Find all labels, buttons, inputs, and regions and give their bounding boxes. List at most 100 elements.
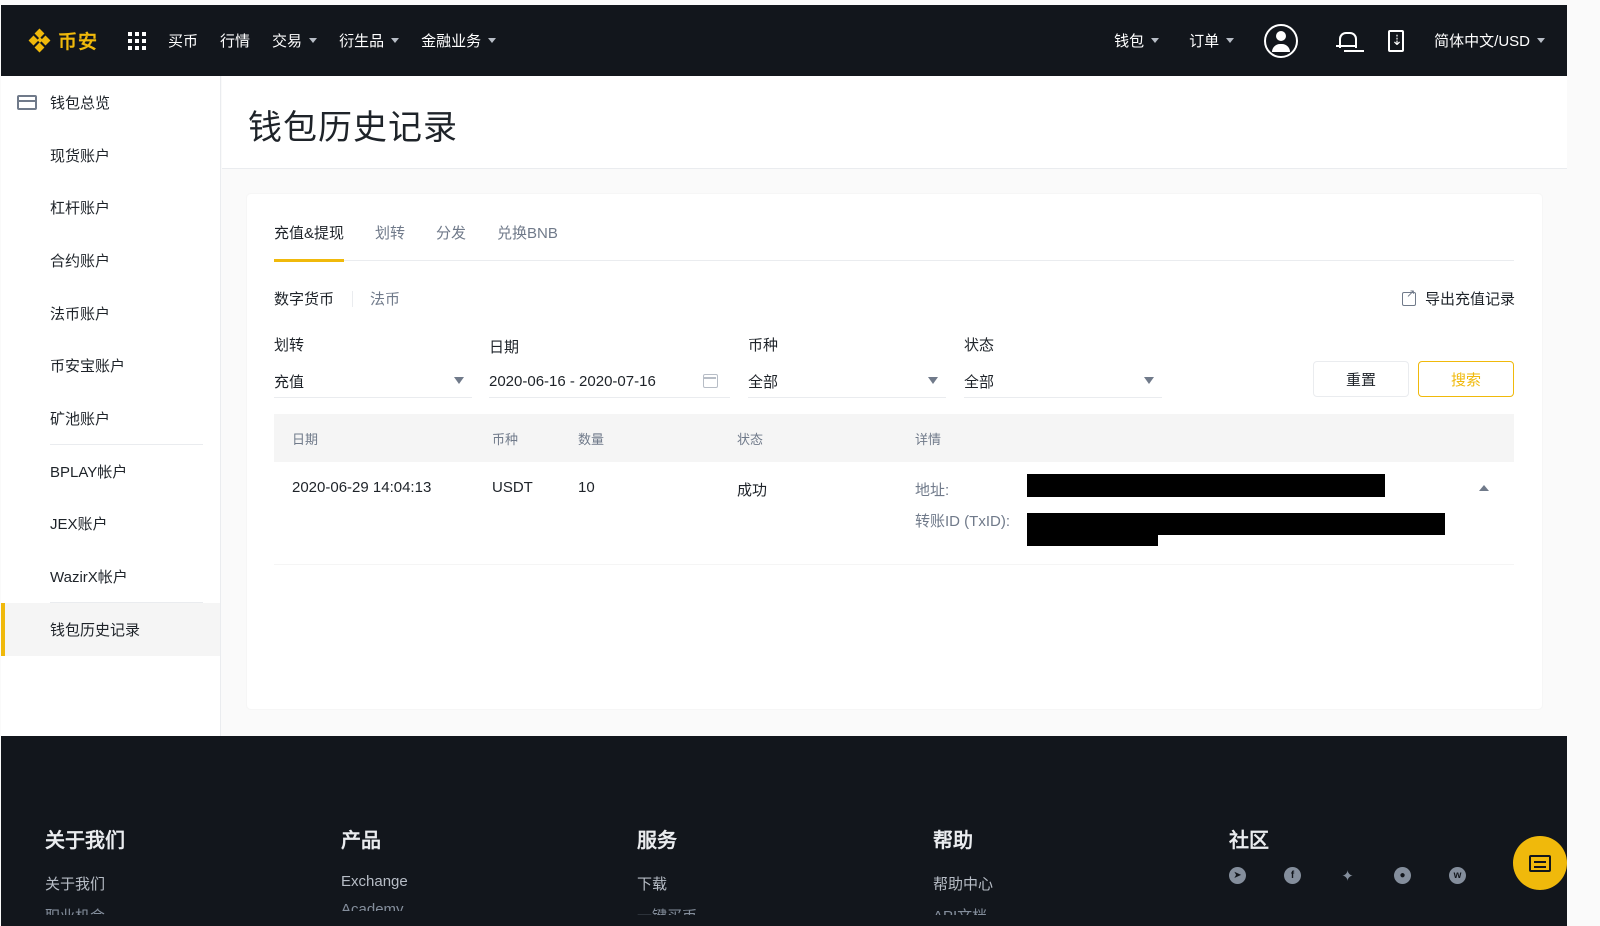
column-header-status: 状态: [737, 431, 764, 447]
caret-down-icon: [454, 377, 464, 384]
tab-convert-bnb[interactable]: 兑换BNB: [497, 194, 558, 261]
table-header: 日期 币种 数量 状态 详情: [274, 414, 1514, 462]
footer-link[interactable]: Exchange: [341, 873, 408, 890]
txid-label: 转账ID (TxID):: [915, 513, 1010, 530]
cell-amount: 10: [578, 479, 595, 496]
column-header-amount: 数量: [578, 431, 605, 447]
redacted-address: [1027, 474, 1385, 497]
sidebar-item-futures[interactable]: 合约账户: [1, 234, 220, 287]
sidebar-item-label: 现货账户: [50, 147, 111, 165]
reset-button[interactable]: 重置: [1313, 361, 1409, 397]
chevron-down-icon: [1537, 38, 1545, 43]
chat-icon: [1529, 854, 1551, 872]
footer-column-services: 服务 下载 一键买币: [637, 824, 697, 915]
nav-label: 行情: [220, 33, 251, 50]
filter-date: 日期 2020-06-16 - 2020-07-16: [489, 336, 730, 398]
reddit-icon[interactable]: ●: [1394, 867, 1411, 884]
subtab-crypto[interactable]: 数字货币: [274, 288, 334, 309]
sidebar-item-wazirx[interactable]: WazirX帐户: [1, 550, 220, 603]
sidebar-item-wallet-overview[interactable]: 钱包总览: [1, 76, 220, 129]
export-icon: [1401, 287, 1416, 306]
type-select[interactable]: 充值: [274, 365, 472, 398]
sidebar-item-margin[interactable]: 杠杆账户: [1, 181, 220, 234]
notification-bell-icon[interactable]: [1336, 30, 1358, 52]
footer-link[interactable]: 职业机会: [45, 905, 125, 915]
nav-derivatives[interactable]: 衍生品: [339, 30, 400, 51]
nav-buy-crypto[interactable]: 买币: [168, 30, 198, 51]
nav-orders[interactable]: 订单: [1189, 30, 1235, 51]
export-deposit-button[interactable]: 导出充值记录: [1401, 287, 1515, 309]
history-card: 充值&提现 划转 分发 兑换BNB 数字货币 法币 导出充值记录 划转 充值 日…: [247, 194, 1542, 709]
footer-link[interactable]: API文档: [933, 905, 993, 915]
table-row[interactable]: 2020-06-29 14:04:13 USDT 10 成功 地址: 转账ID …: [274, 462, 1514, 565]
nav-label: 买币: [168, 33, 199, 50]
filter-type: 划转 充值: [274, 334, 472, 398]
language-currency-selector[interactable]: 简体中文/USD: [1434, 30, 1545, 51]
divider: [352, 290, 354, 307]
sidebar-item-fiat[interactable]: 法币账户: [1, 287, 220, 340]
support-chat-button[interactable]: [1513, 836, 1567, 890]
cell-date: 2020-06-29 14:04:13: [292, 479, 432, 496]
status-select[interactable]: 全部: [964, 365, 1162, 398]
filter-coin: 币种 全部: [748, 334, 946, 398]
footer-link[interactable]: 下载: [637, 873, 697, 894]
tab-transfer[interactable]: 划转: [375, 194, 405, 261]
sidebar-item-savings[interactable]: 币安宝账户: [1, 339, 220, 392]
sidebar-item-jex[interactable]: JEX账户: [1, 498, 220, 551]
twitter-icon[interactable]: ✦: [1339, 867, 1356, 885]
cell-status: 成功: [737, 482, 768, 499]
sidebar-item-label: 钱包总览: [50, 94, 111, 112]
sidebar-item-pool[interactable]: 矿池账户: [1, 392, 220, 445]
sidebar-item-spot[interactable]: 现货账户: [1, 129, 220, 182]
sidebar-item-label: 币安宝账户: [50, 358, 126, 376]
user-avatar-icon[interactable]: [1264, 23, 1299, 58]
chevron-down-icon: [309, 38, 318, 43]
footer-link[interactable]: Academy: [341, 901, 408, 911]
brand-logo[interactable]: 币安: [28, 27, 98, 54]
sidebar-item-label: 矿池账户: [50, 410, 111, 428]
footer-link[interactable]: 一键买币: [637, 905, 697, 915]
select-value: 全部: [748, 373, 779, 391]
footer-link[interactable]: 帮助中心: [933, 873, 993, 894]
download-app-icon[interactable]: [1388, 29, 1405, 52]
nav-label: 钱包: [1114, 33, 1145, 50]
wallet-icon: [17, 94, 37, 110]
facebook-icon[interactable]: f: [1284, 867, 1301, 884]
subtab-fiat[interactable]: 法币: [370, 288, 400, 309]
filter-label: 币种: [748, 337, 779, 354]
nav-finance[interactable]: 金融业务: [421, 30, 497, 51]
sidebar-item-bplay[interactable]: BPLAY帐户: [1, 445, 220, 498]
select-value: 全部: [964, 373, 995, 391]
date-range-value: 2020-06-16 - 2020-07-16: [489, 372, 656, 390]
sidebar-item-label: BPLAY帐户: [50, 463, 128, 481]
search-button[interactable]: 搜索: [1418, 361, 1514, 397]
tab-deposit-withdraw[interactable]: 充值&提现: [274, 194, 345, 262]
footer-link[interactable]: 关于我们: [45, 873, 125, 894]
chevron-down-icon: [391, 38, 400, 43]
sidebar-item-label: 钱包历史记录: [50, 621, 141, 639]
nav-label: 交易: [272, 33, 303, 50]
nav-wallet[interactable]: 钱包: [1114, 30, 1160, 51]
column-header-details: 详情: [915, 431, 942, 447]
nav-markets[interactable]: 行情: [220, 30, 250, 51]
chevron-down-icon: [1151, 38, 1160, 43]
weibo-icon[interactable]: w: [1449, 867, 1466, 884]
footer-column-community: 社区: [1229, 824, 1269, 853]
filter-label: 状态: [964, 337, 995, 354]
nav-label: 金融业务: [421, 33, 482, 50]
nav-trade[interactable]: 交易: [272, 30, 318, 51]
filter-label: 日期: [489, 339, 520, 356]
sidebar-item-wallet-history[interactable]: 钱包历史记录: [1, 602, 220, 656]
calendar-icon: [703, 374, 718, 388]
tab-distribution[interactable]: 分发: [436, 194, 466, 261]
collapse-row-icon[interactable]: [1479, 485, 1489, 491]
date-range-picker[interactable]: 2020-06-16 - 2020-07-16: [489, 365, 730, 398]
filter-label: 划转: [274, 337, 305, 354]
page-header: 钱包历史记录: [222, 76, 1567, 169]
telegram-icon[interactable]: ➤: [1229, 867, 1246, 884]
coin-select[interactable]: 全部: [748, 365, 946, 398]
footer-column-title: 社区: [1229, 830, 1269, 852]
redacted-txid-continued: [1027, 534, 1158, 546]
history-tabs: 充值&提现 划转 分发 兑换BNB: [274, 194, 1514, 262]
apps-grid-icon[interactable]: [128, 31, 147, 50]
